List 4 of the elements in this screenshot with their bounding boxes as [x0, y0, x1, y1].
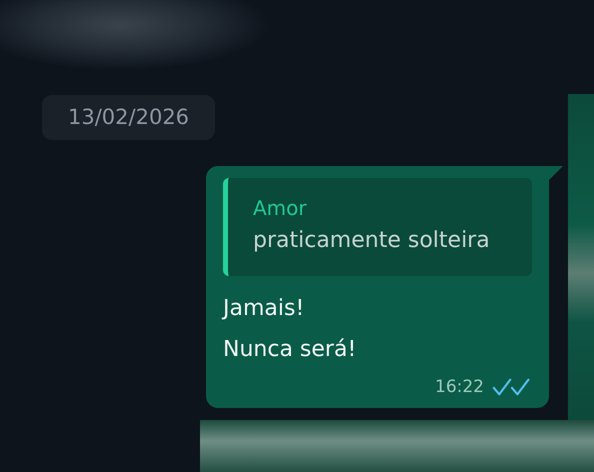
quote-text: praticamente solteira [253, 227, 491, 255]
message-time: 16:22 [435, 377, 484, 397]
quote-author: Amor [253, 195, 308, 222]
message-text: Jamais! Nunca será! [223, 295, 358, 364]
